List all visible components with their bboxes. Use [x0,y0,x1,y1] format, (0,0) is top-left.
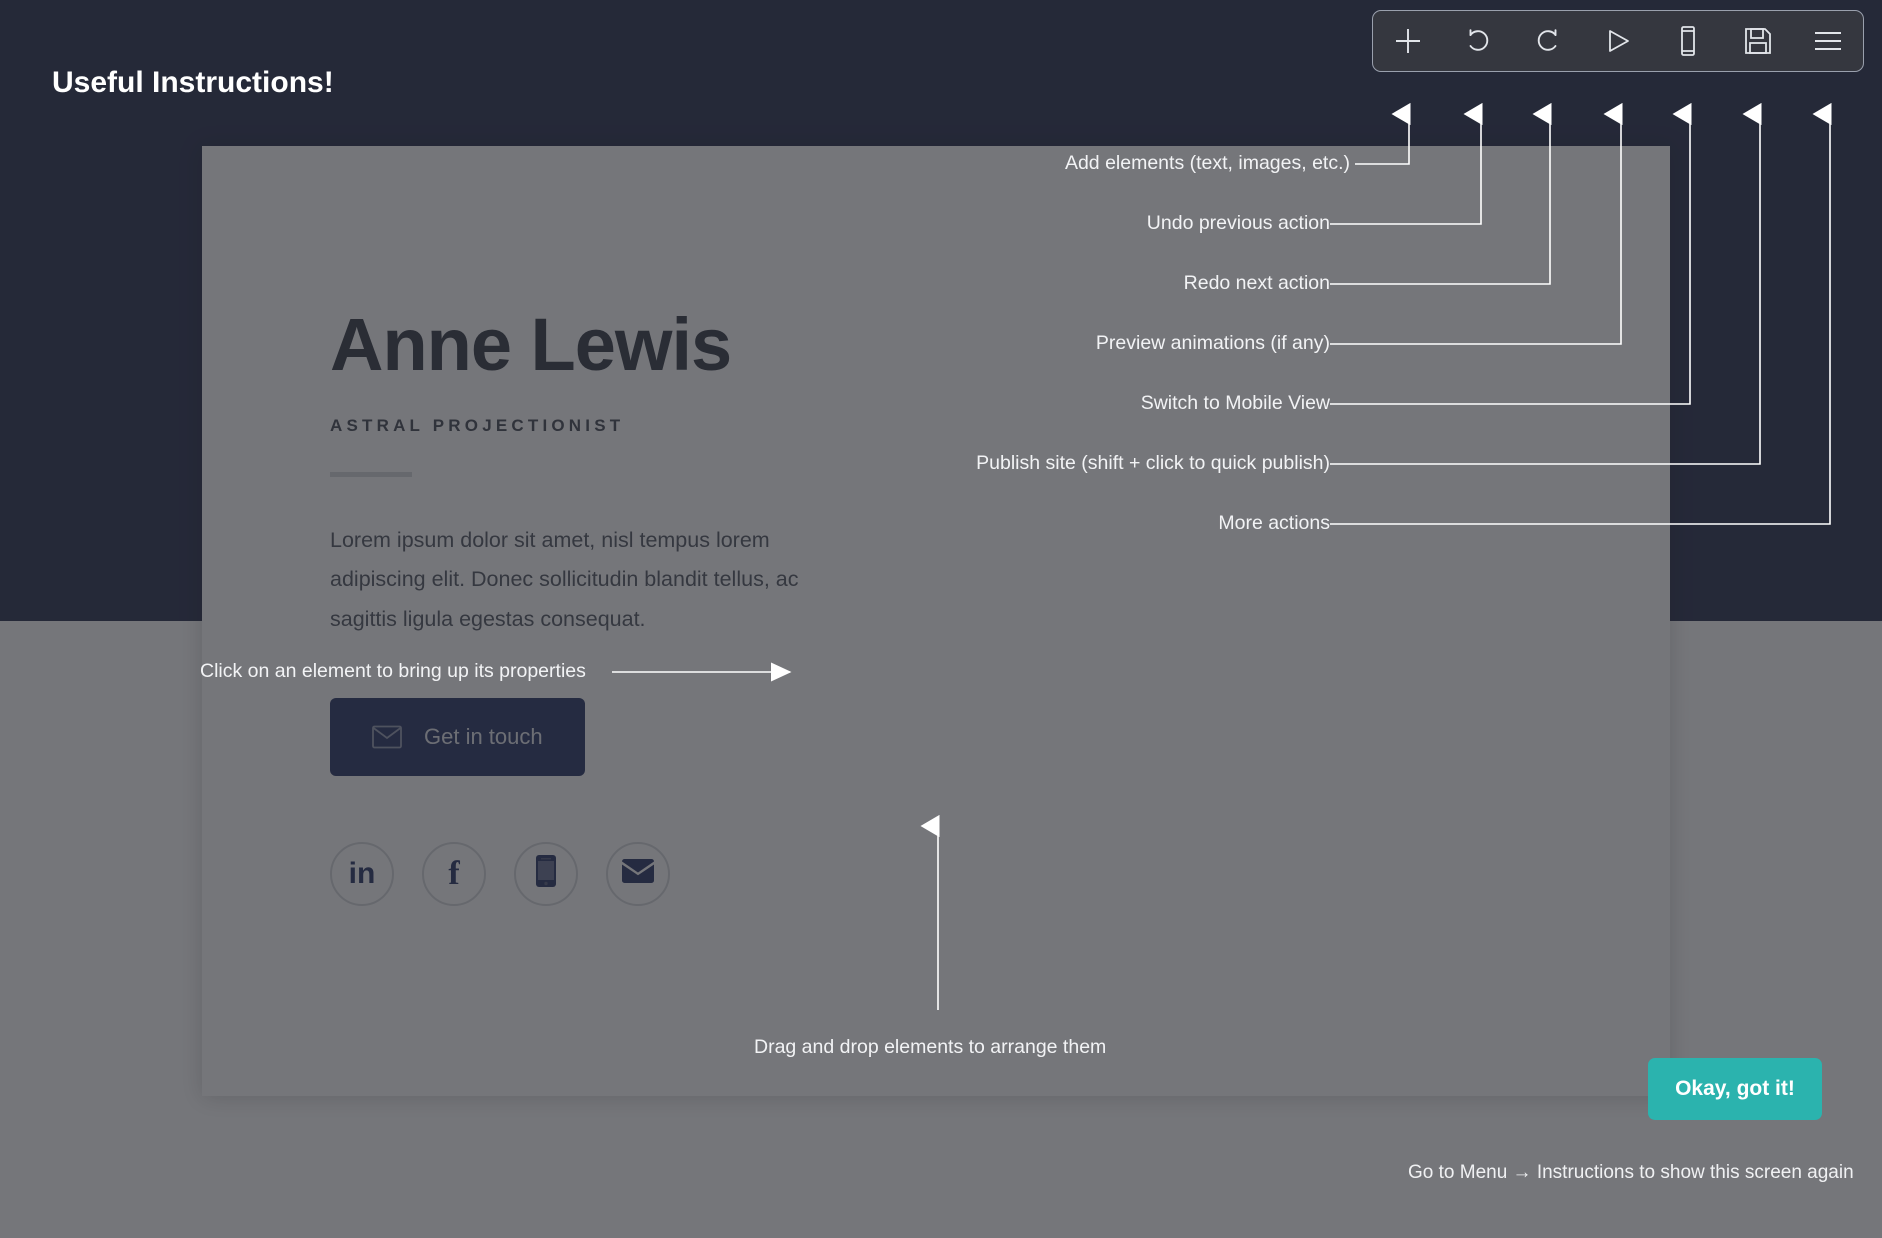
editor-toolbar [1372,10,1864,72]
annotation-redo: Redo next action [1183,272,1330,294]
publish-button[interactable] [1723,11,1793,71]
facebook-icon: f [448,854,460,892]
profile-role[interactable]: ASTRAL PROJECTIONIST [330,416,950,436]
instructions-overlay-screen: Anne Lewis ASTRAL PROJECTIONIST Lorem ip… [0,0,1882,1238]
envelope-icon [372,725,402,749]
plus-icon [1393,26,1423,56]
add-element-button[interactable] [1373,11,1443,71]
get-in-touch-label: Get in touch [424,723,543,749]
profile-bio[interactable]: Lorem ipsum dolor sit amet, nisl tempus … [330,521,830,640]
get-in-touch-button[interactable]: Get in touch [330,697,585,776]
envelope-filled-icon [622,859,654,888]
social-link-facebook[interactable]: f [422,841,486,906]
social-link-email[interactable] [606,841,670,906]
annotation-publish: Publish site (shift + click to quick pub… [976,452,1330,474]
undo-button[interactable] [1443,11,1513,71]
social-link-linkedin[interactable]: in [330,841,394,906]
annotation-undo: Undo previous action [1146,212,1330,234]
annotation-preview: Preview animations (if any) [1095,332,1330,354]
undo-icon [1464,27,1492,55]
play-icon [1604,27,1632,55]
mobile-icon [1678,26,1698,56]
redo-button[interactable] [1513,11,1583,71]
redo-icon [1534,27,1562,55]
mobile-view-button[interactable] [1653,11,1723,71]
annotation-mobile-view: Switch to Mobile View [1140,392,1330,414]
page-title: Useful Instructions! [52,66,334,99]
annotation-add-elements: Add elements (text, images, etc.) [1064,152,1350,174]
preview-button[interactable] [1583,11,1653,71]
annotation-drag-drop: Drag and drop elements to arrange them [754,1036,1107,1058]
social-link-phone[interactable] [514,841,578,906]
mobile-phone-icon [536,855,556,892]
linkedin-icon: in [348,856,376,890]
save-icon [1744,27,1772,55]
annotation-click-element: Click on an element to bring up its prop… [200,660,586,682]
social-links: in f [330,841,950,906]
instructions-footer-note: Go to Menu → Instructions to show this s… [1408,1162,1854,1183]
more-actions-button[interactable] [1793,11,1863,71]
divider-rule [330,471,412,477]
hamburger-icon [1813,30,1843,52]
okay-got-it-button[interactable]: Okay, got it! [1648,1058,1822,1120]
annotation-more-actions: More actions [1218,512,1330,534]
